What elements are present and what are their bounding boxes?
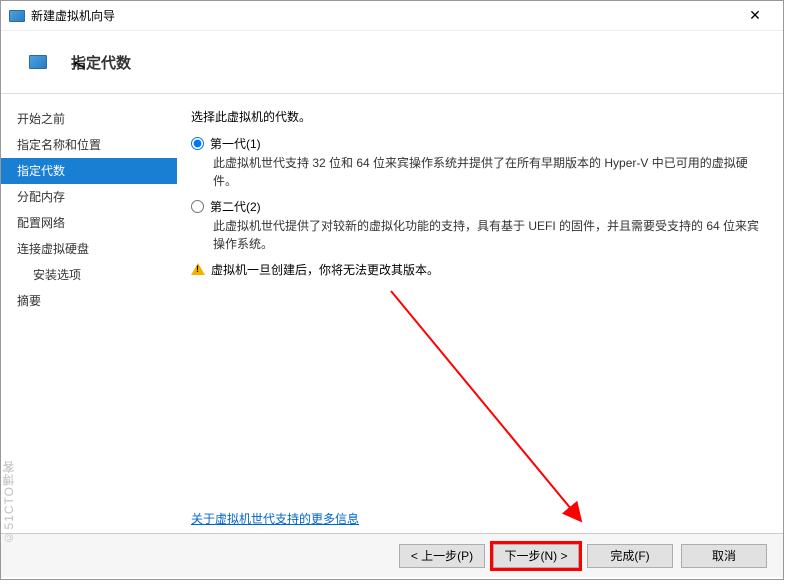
next-button[interactable]: 下一步(N) >	[493, 544, 579, 568]
header-area: ↖ 指定代数	[1, 31, 783, 93]
previous-button[interactable]: < 上一步(P)	[399, 544, 485, 568]
sidebar-item-generation[interactable]: 指定代数	[1, 158, 177, 184]
more-info-link[interactable]: 关于虚拟机世代支持的更多信息	[191, 510, 359, 527]
monitor-icon	[9, 10, 25, 22]
sidebar-item-network[interactable]: 配置网络	[1, 210, 177, 236]
sidebar-item-vhd[interactable]: 连接虚拟硬盘	[1, 236, 177, 262]
close-button[interactable]: ✕	[735, 2, 775, 30]
warning-text: 虚拟机一旦创建后，你将无法更改其版本。	[211, 261, 439, 278]
wizard-window: 新建虚拟机向导 ✕ ↖ 指定代数 开始之前 指定名称和位置 指定代数 分配内存 …	[0, 0, 784, 580]
sidebar-item-install-options[interactable]: 安装选项	[1, 262, 177, 288]
radio-gen2[interactable]: 第二代(2)	[191, 198, 765, 215]
radio-gen1-label: 第一代(1)	[210, 135, 261, 152]
radio-gen2-label: 第二代(2)	[210, 198, 261, 215]
radio-gen1[interactable]: 第一代(1)	[191, 135, 765, 152]
watermark: ©51CTO博客	[0, 460, 17, 544]
sidebar-item-summary[interactable]: 摘要	[1, 288, 177, 314]
body: 开始之前 指定名称和位置 指定代数 分配内存 配置网络 连接虚拟硬盘 安装选项 …	[1, 93, 783, 533]
sidebar-item-name-location[interactable]: 指定名称和位置	[1, 132, 177, 158]
window-title: 新建虚拟机向导	[31, 7, 735, 24]
warning-icon	[191, 263, 205, 275]
warning-row: 虚拟机一旦创建后，你将无法更改其版本。	[191, 261, 765, 278]
radio-gen2-input[interactable]	[191, 200, 204, 213]
gen2-description: 此虚拟机世代提供了对较新的虚拟化功能的支持，具有基于 UEFI 的固件，并且需要…	[213, 217, 765, 253]
main-panel: 选择此虚拟机的代数。 第一代(1) 此虚拟机世代支持 32 位和 64 位来宾操…	[177, 94, 783, 533]
sidebar-item-before-begin[interactable]: 开始之前	[1, 106, 177, 132]
prompt-text: 选择此虚拟机的代数。	[191, 108, 765, 125]
cancel-button[interactable]: 取消	[681, 544, 767, 568]
sidebar: 开始之前 指定名称和位置 指定代数 分配内存 配置网络 连接虚拟硬盘 安装选项 …	[1, 94, 177, 533]
gen1-description: 此虚拟机世代支持 32 位和 64 位来宾操作系统并提供了在所有早期版本的 Hy…	[213, 154, 765, 190]
radio-gen1-input[interactable]	[191, 137, 204, 150]
footer: < 上一步(P) 下一步(N) > 完成(F) 取消	[1, 533, 783, 577]
titlebar: 新建虚拟机向导 ✕	[1, 1, 783, 31]
monitor-icon	[29, 55, 47, 69]
sidebar-item-memory[interactable]: 分配内存	[1, 184, 177, 210]
finish-button[interactable]: 完成(F)	[587, 544, 673, 568]
